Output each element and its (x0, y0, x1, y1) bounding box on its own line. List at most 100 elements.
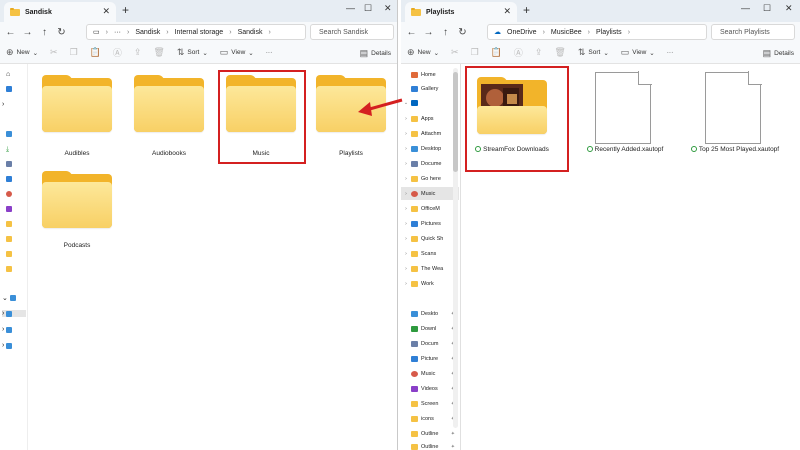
up-icon[interactable]: ↑ (437, 27, 454, 38)
device-icon[interactable]: › (2, 310, 26, 317)
home-icon[interactable]: ⌂ (6, 71, 10, 78)
delete-icon[interactable]: 🗑 (153, 47, 164, 58)
nav-item-officemobile[interactable]: › OfficeM (401, 202, 459, 215)
address-bar[interactable]: ▭ › ··· › Sandisk › Internal storage › S… (86, 24, 306, 40)
documents-icon[interactable] (6, 161, 12, 167)
folder-icon[interactable] (6, 251, 12, 257)
rename-icon[interactable]: Ⓐ (514, 46, 523, 59)
new-tab-button[interactable]: + (122, 3, 129, 17)
close-window-icon[interactable]: ✕ (785, 3, 793, 14)
paste-icon[interactable]: 📋 (90, 47, 101, 58)
details-button[interactable]: ▤ Details (763, 48, 794, 59)
sort-button[interactable]: ⇅ Sort ⌄ (578, 47, 609, 58)
folder-icon[interactable] (6, 236, 12, 242)
nav-item-pictures-pinned[interactable]: Picture✦ (401, 352, 459, 365)
nav-item-music-pinned[interactable]: Music✦ (401, 367, 459, 380)
folder-icon[interactable] (6, 221, 12, 227)
search-input[interactable]: Search Playlists (711, 24, 795, 40)
search-input[interactable]: Search Sandisk (310, 24, 394, 40)
desktop-icon[interactable] (6, 131, 12, 137)
view-button[interactable]: ▭ View ⌄ (621, 47, 655, 58)
breadcrumb-item[interactable]: OneDrive (507, 29, 537, 36)
paste-icon[interactable]: 📋 (491, 47, 502, 58)
folder-icon[interactable] (6, 266, 12, 272)
this-pc-icon[interactable]: ⌄ (2, 294, 16, 302)
nav-item-icons-pinned[interactable]: icons✦ (401, 412, 459, 425)
copy-icon[interactable]: ❐ (70, 47, 78, 58)
nav-item-desktop-pinned[interactable]: Deskto✦ (401, 307, 459, 320)
delete-icon[interactable]: 🗑 (554, 47, 565, 58)
breadcrumb-item[interactable]: MusicBee (551, 29, 582, 36)
maximize-icon[interactable]: ☐ (763, 3, 771, 14)
address-bar[interactable]: ☁ OneDrive › MusicBee › Playlists › (487, 24, 707, 40)
nav-item-the-weather[interactable]: › The Wea (401, 262, 459, 275)
maximize-icon[interactable]: ☐ (364, 3, 372, 14)
folder-item[interactable] (134, 75, 204, 138)
more-path-icon[interactable]: ··· (114, 29, 121, 36)
cut-icon[interactable]: ✂ (50, 47, 58, 58)
details-button[interactable]: ▤ Details (360, 48, 391, 59)
folder-item[interactable] (42, 75, 112, 138)
nav-item-quick-share[interactable]: › Quick Sh (401, 232, 459, 245)
file-item[interactable] (595, 71, 652, 144)
new-button[interactable]: ⊕ New ⌄ (6, 47, 38, 58)
downloads-icon[interactable]: ⤓ (6, 146, 9, 154)
back-icon[interactable]: ← (2, 27, 19, 38)
tab-playlists[interactable]: Playlists ✕ (405, 2, 517, 22)
nav-item-documents[interactable]: › Docume (401, 157, 459, 170)
file-item[interactable] (705, 71, 762, 144)
copy-icon[interactable]: ❐ (471, 47, 479, 58)
network-icon[interactable]: › (2, 326, 13, 333)
share-icon[interactable]: ⇪ (134, 47, 142, 58)
minimize-icon[interactable]: — (741, 3, 750, 13)
up-icon[interactable]: ↑ (36, 27, 53, 38)
breadcrumb-item[interactable]: Internal storage (175, 29, 224, 36)
new-button[interactable]: ⊕ New ⌄ (407, 47, 439, 58)
breadcrumb-item[interactable]: Playlists (596, 29, 622, 36)
nav-item-videos-pinned[interactable]: Videos✦ (401, 382, 459, 395)
folder-item[interactable] (42, 171, 112, 234)
nav-item-documents-pinned[interactable]: Docum✦ (401, 337, 459, 350)
cut-icon[interactable]: ✂ (451, 47, 459, 58)
nav-item-screenshots-pinned[interactable]: Screen✦ (401, 397, 459, 410)
breadcrumb-item[interactable]: Sandisk (238, 29, 263, 36)
more-options-button[interactable]: ··· (667, 49, 674, 56)
nav-item-apps[interactable]: › Apps (401, 112, 459, 125)
nav-item-gallery[interactable]: Gallery (401, 82, 459, 95)
nav-item-outline-pinned[interactable]: Outline ✦ (401, 427, 459, 440)
music-icon[interactable] (6, 191, 12, 197)
share-icon[interactable]: ⇪ (535, 47, 543, 58)
more-options-button[interactable]: ··· (266, 49, 273, 56)
forward-icon[interactable]: → (19, 27, 36, 38)
rename-icon[interactable]: Ⓐ (113, 46, 122, 59)
back-icon[interactable]: ← (403, 27, 420, 38)
minimize-icon[interactable]: — (346, 3, 355, 13)
network-icon[interactable]: › (2, 342, 13, 349)
nav-item-home[interactable]: Home (401, 68, 459, 81)
nav-item-desktop[interactable]: › Desktop (401, 142, 459, 155)
refresh-icon[interactable]: ↻ (454, 27, 471, 38)
nav-item-scans[interactable]: › Scans (401, 247, 459, 260)
videos-icon[interactable] (6, 206, 12, 212)
nav-item-work[interactable]: › Work (401, 277, 459, 290)
gallery-icon[interactable] (6, 86, 12, 92)
pictures-icon[interactable] (6, 176, 12, 182)
nav-item-onedrive[interactable]: ⌄ (401, 96, 459, 109)
nav-item-downloads-pinned[interactable]: Downl✦ (401, 322, 459, 335)
close-tab-icon[interactable]: ✕ (503, 6, 511, 17)
refresh-icon[interactable]: ↻ (53, 27, 70, 38)
new-tab-button[interactable]: + (523, 3, 530, 17)
sort-button[interactable]: ⇅ Sort ⌄ (177, 47, 208, 58)
nav-item-go-here[interactable]: › Go here (401, 172, 459, 185)
nav-item-attachments[interactable]: › Attachm (401, 127, 459, 140)
nav-item-outline-pinned[interactable]: Outline ✦ (401, 440, 459, 450)
forward-icon[interactable]: → (420, 27, 437, 38)
nav-item-pictures[interactable]: › Pictures (401, 217, 459, 230)
tab-sandisk[interactable]: Sandisk ✕ (4, 2, 116, 22)
view-button[interactable]: ▭ View ⌄ (220, 47, 254, 58)
chevron-right-icon[interactable]: › (2, 101, 4, 108)
nav-scrollbar[interactable] (453, 68, 458, 428)
breadcrumb-item[interactable]: Sandisk (135, 29, 160, 36)
nav-item-music[interactable]: › Music (401, 187, 459, 200)
close-window-icon[interactable]: ✕ (384, 3, 392, 14)
